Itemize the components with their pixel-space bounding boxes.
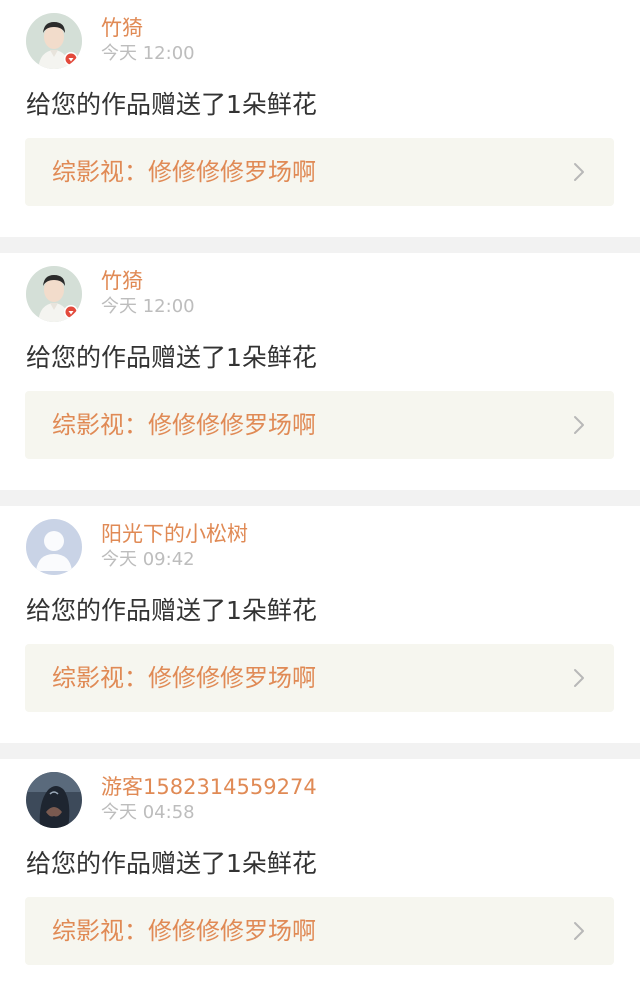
- username[interactable]: 竹猗: [101, 268, 143, 294]
- gift-action-text: 给您的作品赠送了1朵鲜花: [26, 596, 317, 625]
- section-divider: [0, 490, 640, 506]
- timestamp: 今天 12:00: [101, 43, 195, 64]
- work-title: 综影视：修修修修罗场啊: [52, 917, 316, 945]
- username[interactable]: 阳光下的小松树: [101, 521, 248, 547]
- notification-card: 竹猗 今天 12:00 给您的作品赠送了1朵鲜花 综影视：修修修修罗场啊: [0, 253, 640, 490]
- gift-notification-feed: 竹猗 今天 12:00 给您的作品赠送了1朵鲜花 综影视：修修修修罗场啊 竹猗 …: [0, 0, 640, 996]
- work-title: 综影视：修修修修罗场啊: [52, 158, 316, 186]
- gift-action-text: 给您的作品赠送了1朵鲜花: [26, 90, 317, 119]
- work-link[interactable]: 综影视：修修修修罗场啊: [25, 897, 614, 965]
- work-link[interactable]: 综影视：修修修修罗场啊: [25, 391, 614, 459]
- work-title: 综影视：修修修修罗场啊: [52, 411, 316, 439]
- section-divider: [0, 743, 640, 759]
- section-divider: [0, 237, 640, 253]
- notification-card: 游客1582314559274 今天 04:58 给您的作品赠送了1朵鲜花 综影…: [0, 759, 640, 996]
- man-portrait-avatar[interactable]: [26, 13, 82, 69]
- notification-card: 竹猗 今天 12:00 给您的作品赠送了1朵鲜花 综影视：修修修修罗场啊: [0, 0, 640, 237]
- chevron-right-icon: [570, 415, 588, 435]
- timestamp: 今天 12:00: [101, 296, 195, 317]
- work-link[interactable]: 综影视：修修修修罗场啊: [25, 644, 614, 712]
- notification-card: 阳光下的小松树 今天 09:42 给您的作品赠送了1朵鲜花 综影视：修修修修罗场…: [0, 506, 640, 743]
- username[interactable]: 游客1582314559274: [101, 774, 317, 800]
- gift-action-text: 给您的作品赠送了1朵鲜花: [26, 343, 317, 372]
- chevron-right-icon: [570, 921, 588, 941]
- timestamp: 今天 04:58: [101, 802, 195, 823]
- chevron-right-icon: [570, 668, 588, 688]
- gift-action-text: 给您的作品赠送了1朵鲜花: [26, 849, 317, 878]
- default-user-avatar[interactable]: [26, 519, 82, 575]
- man-portrait-avatar[interactable]: [26, 266, 82, 322]
- timestamp: 今天 09:42: [101, 549, 195, 570]
- chevron-right-icon: [570, 162, 588, 182]
- username[interactable]: 竹猗: [101, 15, 143, 41]
- dark-photo-avatar[interactable]: [26, 772, 82, 828]
- work-link[interactable]: 综影视：修修修修罗场啊: [25, 138, 614, 206]
- work-title: 综影视：修修修修罗场啊: [52, 664, 316, 692]
